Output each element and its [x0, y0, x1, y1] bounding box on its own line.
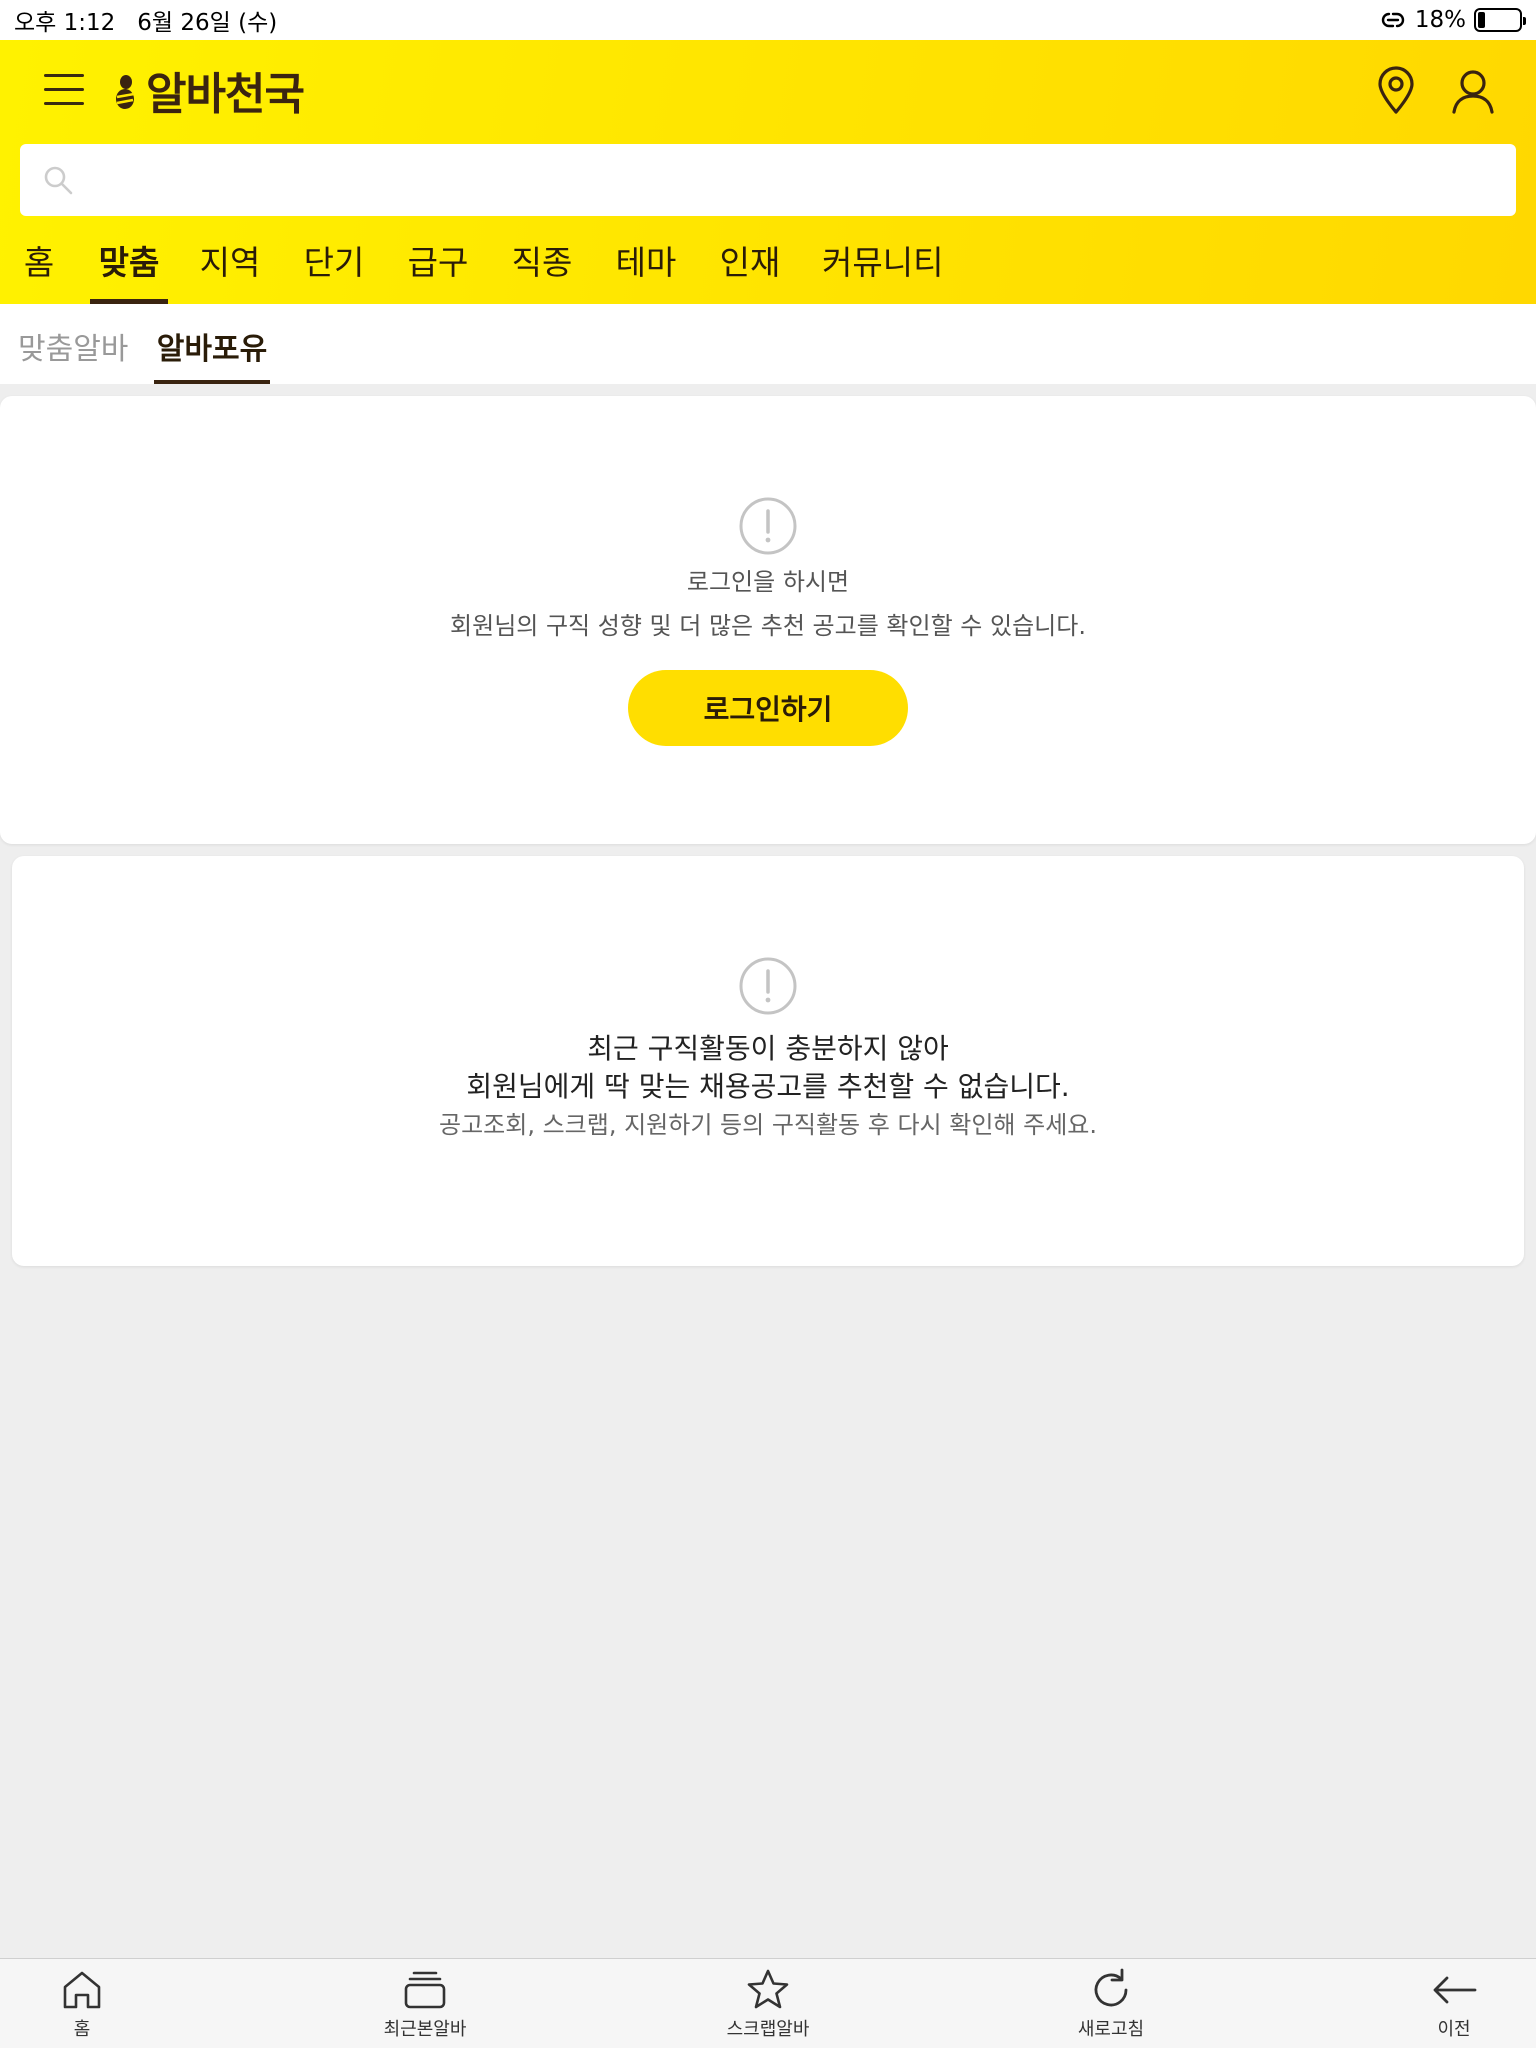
app-header: 알바천국 홈 맞춤 지역 단기 급구 직종 테마 인재 커뮤니티	[0, 40, 1536, 304]
bottom-nav-home-label: 홈	[73, 2019, 91, 2040]
bottom-nav: 홈 최근본알바 스크랩알바 새로고침 이전	[0, 1958, 1536, 2048]
tab-region[interactable]: 지역	[198, 230, 262, 304]
search-input[interactable]	[88, 150, 1516, 210]
location-pin-icon	[1378, 66, 1414, 114]
tab-custom[interactable]: 맞춤	[90, 230, 168, 304]
bottom-nav-home[interactable]: 홈	[2, 1967, 162, 2047]
exclamation-circle-icon	[739, 497, 797, 555]
search-bar[interactable]	[20, 144, 1516, 216]
login-message-line1: 로그인을 하시면	[686, 568, 850, 596]
back-arrow-icon	[1433, 1976, 1477, 2004]
tab-urgent[interactable]: 급구	[406, 230, 470, 304]
tab-community[interactable]: 커뮤니티	[822, 230, 943, 304]
menu-icon-line	[44, 74, 84, 77]
menu-button[interactable]	[44, 74, 84, 106]
subtab-alba-for-you[interactable]: 알바포유	[154, 304, 270, 384]
activity-message-line1: 최근 구직활동이 충분하지 않아	[587, 1032, 949, 1065]
search-icon	[44, 166, 73, 195]
battery-percent: 18%	[1414, 7, 1466, 33]
tab-home[interactable]: 홈	[20, 230, 58, 304]
bottom-nav-refresh[interactable]: 새로고침	[1031, 1967, 1191, 2047]
status-time: 오후 1:12	[14, 10, 116, 36]
bottom-nav-scrap-label: 스크랩알바	[726, 2019, 810, 2040]
login-prompt-card: 로그인을 하시면 회원님의 구직 성향 및 더 많은 추천 공고를 확인할 수 …	[0, 396, 1536, 844]
location-button[interactable]	[1374, 66, 1418, 116]
tab-theme[interactable]: 테마	[614, 230, 678, 304]
status-left: 오후 1:12 6월 26일 (수)	[14, 3, 299, 37]
battery-fill	[1478, 12, 1485, 28]
link-icon	[1381, 12, 1405, 28]
subtab-custom-jobs[interactable]: 맞춤알바	[18, 304, 128, 384]
main-nav: 홈 맞춤 지역 단기 급구 직종 테마 인재 커뮤니티	[0, 230, 1536, 304]
menu-icon-line	[44, 88, 84, 91]
tab-talent[interactable]: 인재	[718, 230, 782, 304]
bottom-nav-refresh-label: 새로고침	[1077, 2019, 1145, 2040]
bee-logo-icon	[116, 75, 135, 109]
exclamation-circle-icon	[739, 957, 797, 1015]
activity-message-line2: 회원님에게 딱 맞는 채용공고를 추천할 수 없습니다.	[466, 1070, 1070, 1103]
bottom-nav-scrap[interactable]: 스크랩알바	[688, 1967, 848, 2047]
tab-job-type[interactable]: 직종	[510, 230, 574, 304]
tab-short-term[interactable]: 단기	[302, 230, 366, 304]
user-icon	[1452, 70, 1494, 114]
top-bar: 알바천국	[0, 40, 1536, 140]
sub-tabs: 맞춤알바 알바포유	[0, 304, 1536, 384]
insufficient-activity-card: 최근 구직활동이 충분하지 않아 회원님에게 딱 맞는 채용공고를 추천할 수 …	[12, 856, 1524, 1266]
my-page-button[interactable]	[1448, 66, 1498, 116]
bottom-nav-recent[interactable]: 최근본알바	[345, 1967, 505, 2047]
status-right: 18%	[1379, 7, 1526, 33]
bottom-nav-recent-label: 최근본알바	[383, 2019, 467, 2040]
star-icon	[747, 1969, 789, 2009]
refresh-icon	[1094, 1968, 1128, 2007]
logo-text: 알바천국	[146, 69, 305, 120]
stack-icon	[404, 1971, 446, 2009]
home-icon	[63, 1971, 101, 2009]
bottom-nav-back[interactable]: 이전	[1374, 1967, 1534, 2047]
status-date: 6월 26일 (수)	[137, 10, 278, 36]
login-message-line2: 회원님의 구직 성향 및 더 많은 추천 공고를 확인할 수 있습니다.	[450, 612, 1086, 640]
activity-message-hint: 공고조회, 스크랩, 지원하기 등의 구직활동 후 다시 확인해 주세요.	[439, 1111, 1097, 1139]
logo[interactable]: 알바천국	[112, 62, 305, 120]
battery-icon	[1474, 8, 1526, 32]
bottom-nav-back-label: 이전	[1437, 2019, 1471, 2040]
login-button[interactable]: 로그인하기	[628, 670, 908, 746]
status-bar: 오후 1:12 6월 26일 (수) 18%	[0, 0, 1536, 40]
menu-icon-line	[44, 102, 84, 105]
